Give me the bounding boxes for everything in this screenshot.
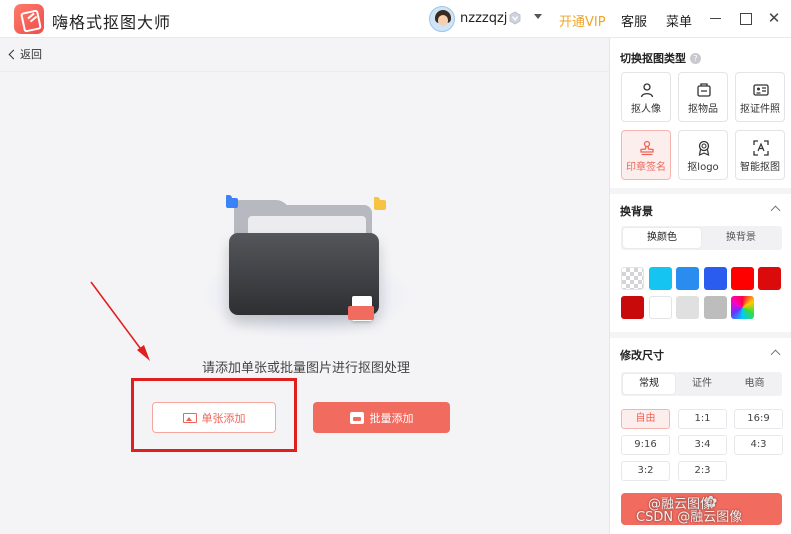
tab-regular[interactable]: 常规 bbox=[623, 374, 675, 394]
color-swatch-gray[interactable] bbox=[704, 296, 727, 319]
color-swatch-dark-red[interactable] bbox=[621, 296, 644, 319]
batch-add-label: 批量添加 bbox=[369, 411, 414, 425]
background-section-title: 换背景 bbox=[620, 205, 653, 218]
app-logo-icon bbox=[14, 4, 44, 34]
color-picker-rainbow-icon[interactable] bbox=[731, 296, 754, 319]
size-tabs: 常规 证件 电商 bbox=[621, 372, 782, 396]
type-label: 抠人像 bbox=[631, 104, 661, 115]
section-divider bbox=[610, 188, 791, 194]
size-option-free[interactable]: 自由 bbox=[621, 409, 670, 429]
color-swatch-crimson[interactable] bbox=[758, 267, 781, 290]
type-label: 抠logo bbox=[687, 162, 719, 173]
color-swatch-red[interactable] bbox=[731, 267, 754, 290]
tab-change-background[interactable]: 换背景 bbox=[702, 228, 780, 248]
size-option-16-9[interactable]: 16:9 bbox=[734, 409, 783, 429]
type-smart-cutout-button[interactable]: 智能抠图 bbox=[735, 130, 785, 180]
type-label: 智能抠图 bbox=[740, 162, 780, 173]
color-swatch-blue[interactable] bbox=[676, 267, 699, 290]
image-file-icon bbox=[348, 296, 374, 321]
app-title: 嗨格式抠图大师 bbox=[52, 13, 172, 32]
yellow-folder-icon bbox=[374, 197, 386, 210]
batch-add-button[interactable]: 批量添加 bbox=[313, 402, 450, 433]
smart-crop-icon bbox=[753, 140, 769, 156]
type-label: 抠证件照 bbox=[740, 104, 780, 115]
cutout-type-title: 切换抠图类型? bbox=[620, 50, 701, 66]
type-portrait-button[interactable]: 抠人像 bbox=[621, 72, 671, 122]
close-icon[interactable]: ✕ bbox=[764, 8, 784, 28]
section-divider bbox=[610, 332, 791, 338]
color-swatch-cyan[interactable] bbox=[649, 267, 672, 290]
open-vip-link[interactable]: 开通VIP bbox=[559, 11, 606, 30]
person-icon bbox=[640, 83, 654, 98]
user-avatar[interactable] bbox=[429, 6, 455, 32]
color-swatch-white[interactable] bbox=[649, 296, 672, 319]
tab-ecommerce[interactable]: 电商 bbox=[729, 374, 780, 394]
tab-id[interactable]: 证件 bbox=[676, 374, 728, 394]
color-swatch-transparent[interactable] bbox=[621, 267, 644, 290]
cutout-type-title-text: 切换抠图类型 bbox=[620, 52, 686, 65]
title-bar: 嗨格式抠图大师 nzzzqzj 开通VIP 客服 菜单 ✕ bbox=[0, 0, 791, 38]
chevron-left-icon bbox=[8, 49, 19, 60]
type-id-photo-button[interactable]: 抠证件照 bbox=[735, 72, 785, 122]
help-icon[interactable]: ? bbox=[690, 53, 701, 64]
back-label: 返回 bbox=[20, 48, 42, 61]
stamp-icon bbox=[640, 140, 654, 156]
background-tabs: 换颜色 换背景 bbox=[621, 226, 782, 250]
images-icon bbox=[349, 411, 364, 424]
annotation-arrow-icon bbox=[90, 281, 150, 361]
minimize-icon[interactable] bbox=[706, 8, 726, 28]
badge-icon bbox=[698, 140, 710, 156]
back-button[interactable]: 返回 bbox=[8, 46, 42, 62]
chevron-up-icon[interactable] bbox=[770, 205, 781, 216]
annotation-highlight-box bbox=[131, 378, 297, 452]
blue-folder-icon bbox=[226, 195, 238, 208]
color-swatch-royal-blue[interactable] bbox=[704, 267, 727, 290]
type-label: 抠物品 bbox=[688, 104, 718, 115]
settings-panel: 切换抠图类型? 抠人像 抠物品 抠证件照 印章签名 抠logo 智能抠图 换背景… bbox=[609, 38, 791, 534]
size-option-4-3[interactable]: 4:3 bbox=[734, 435, 783, 455]
user-menu-chevron-down-icon[interactable] bbox=[534, 14, 542, 19]
type-logo-button[interactable]: 抠logo bbox=[678, 130, 728, 180]
maximize-icon[interactable] bbox=[735, 8, 755, 28]
size-option-3-2[interactable]: 3:2 bbox=[621, 461, 670, 481]
size-option-2-3[interactable]: 2:3 bbox=[678, 461, 727, 481]
box-icon bbox=[697, 83, 711, 97]
chevron-up-icon[interactable] bbox=[770, 349, 781, 360]
type-label: 印章签名 bbox=[626, 162, 666, 173]
size-option-3-4[interactable]: 3:4 bbox=[678, 435, 727, 455]
size-option-1-1[interactable]: 1:1 bbox=[678, 409, 727, 429]
id-card-icon bbox=[753, 84, 769, 96]
color-swatch-light-gray[interactable] bbox=[676, 296, 699, 319]
type-stamp-signature-button[interactable]: 印章签名 bbox=[621, 130, 671, 180]
username[interactable]: nzzzqzj bbox=[460, 11, 507, 26]
size-option-9-16[interactable]: 9:16 bbox=[621, 435, 670, 455]
customer-service-button[interactable]: 客服 bbox=[621, 11, 647, 30]
size-section-title: 修改尺寸 bbox=[620, 349, 664, 362]
tab-change-color[interactable]: 换颜色 bbox=[623, 228, 701, 248]
menu-button[interactable]: 菜单 bbox=[666, 11, 692, 30]
vip-badge-icon bbox=[509, 11, 521, 25]
type-object-button[interactable]: 抠物品 bbox=[678, 72, 728, 122]
watermark-csdn-text: CSDN @融云图像 bbox=[636, 510, 743, 525]
